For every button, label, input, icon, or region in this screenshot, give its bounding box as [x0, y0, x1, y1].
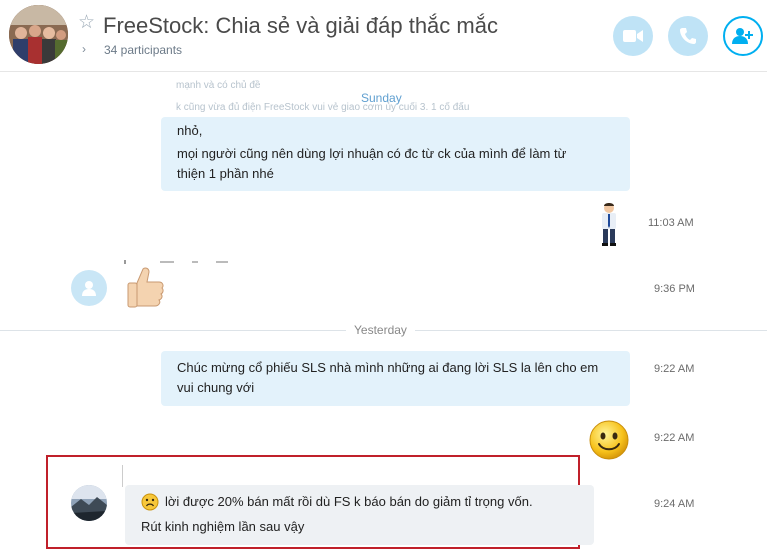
chevron-right-icon[interactable]: › [82, 42, 86, 56]
businessman-emoticon [598, 202, 620, 246]
worried-emoticon [141, 493, 159, 511]
message-timestamp: 9:22 AM [654, 432, 695, 444]
skype-chat-window: ☆ FreeStock: Chia sẻ và giải đáp thắc mắ… [0, 0, 767, 551]
message-text: vui chung với [177, 380, 255, 395]
message-text: Chúc mừng cổ phiếu SLS nhà mình những ai… [177, 360, 599, 375]
phone-icon [680, 28, 696, 44]
video-call-button[interactable] [613, 16, 653, 56]
date-separator-yesterday: Yesterday [346, 323, 415, 337]
faded-previous-line: k cũng vừa đủ điện FreeStock vui vẻ giao… [176, 102, 470, 113]
message-timestamp: 9:36 PM [654, 283, 695, 295]
contact-avatar[interactable] [71, 270, 107, 306]
sender-name-marker [122, 465, 123, 487]
message-timestamp: 9:24 AM [654, 498, 695, 510]
person-icon [82, 281, 96, 296]
message-history[interactable]: mạnh và có chủ đề k cũng vừa đủ điện Fre… [0, 73, 767, 551]
conversation-header: ☆ FreeStock: Chia sẻ và giải đáp thắc mắ… [0, 0, 767, 72]
message-timestamp: 9:22 AM [654, 363, 695, 375]
message-text: lời được 20% bán mất rồi dù FS k báo bán… [165, 494, 533, 509]
smile-emoticon [588, 419, 630, 461]
message-text: thiện 1 phần nhé [177, 166, 274, 181]
conversation-title[interactable]: FreeStock: Chia sẻ và giải đáp thắc mắc [103, 13, 498, 39]
outgoing-message-bubble[interactable]: Chúc mừng cổ phiếu SLS nhà mình những ai… [161, 351, 630, 406]
message-timestamp: 11:03 AM [648, 217, 694, 229]
outgoing-message-bubble[interactable]: nhỏ, mọi người cũng nên dùng lợi nhuận c… [161, 117, 630, 191]
add-person-icon [732, 28, 753, 44]
sender-name-faded [124, 260, 228, 264]
audio-call-button[interactable] [668, 16, 708, 56]
message-text: mọi người cũng nên dùng lợi nhuận có đc … [177, 146, 567, 161]
video-camera-icon [623, 30, 643, 42]
day-label-sunday: Sunday [361, 91, 402, 105]
favorite-star-icon[interactable]: ☆ [78, 13, 95, 32]
incoming-message-bubble[interactable]: lời được 20% bán mất rồi dù FS k báo bán… [125, 485, 594, 545]
faded-previous-line: mạnh và có chủ đề [176, 80, 261, 91]
add-participant-button[interactable] [723, 16, 763, 56]
group-avatar[interactable] [9, 5, 68, 64]
participants-count[interactable]: 34 participants [104, 43, 182, 57]
message-text: nhỏ, [177, 123, 203, 138]
message-text: Rút kinh nghiệm lần sau vậy [141, 519, 305, 534]
contact-avatar-photo[interactable] [71, 485, 107, 521]
thumbs-up-emoticon [125, 267, 165, 309]
